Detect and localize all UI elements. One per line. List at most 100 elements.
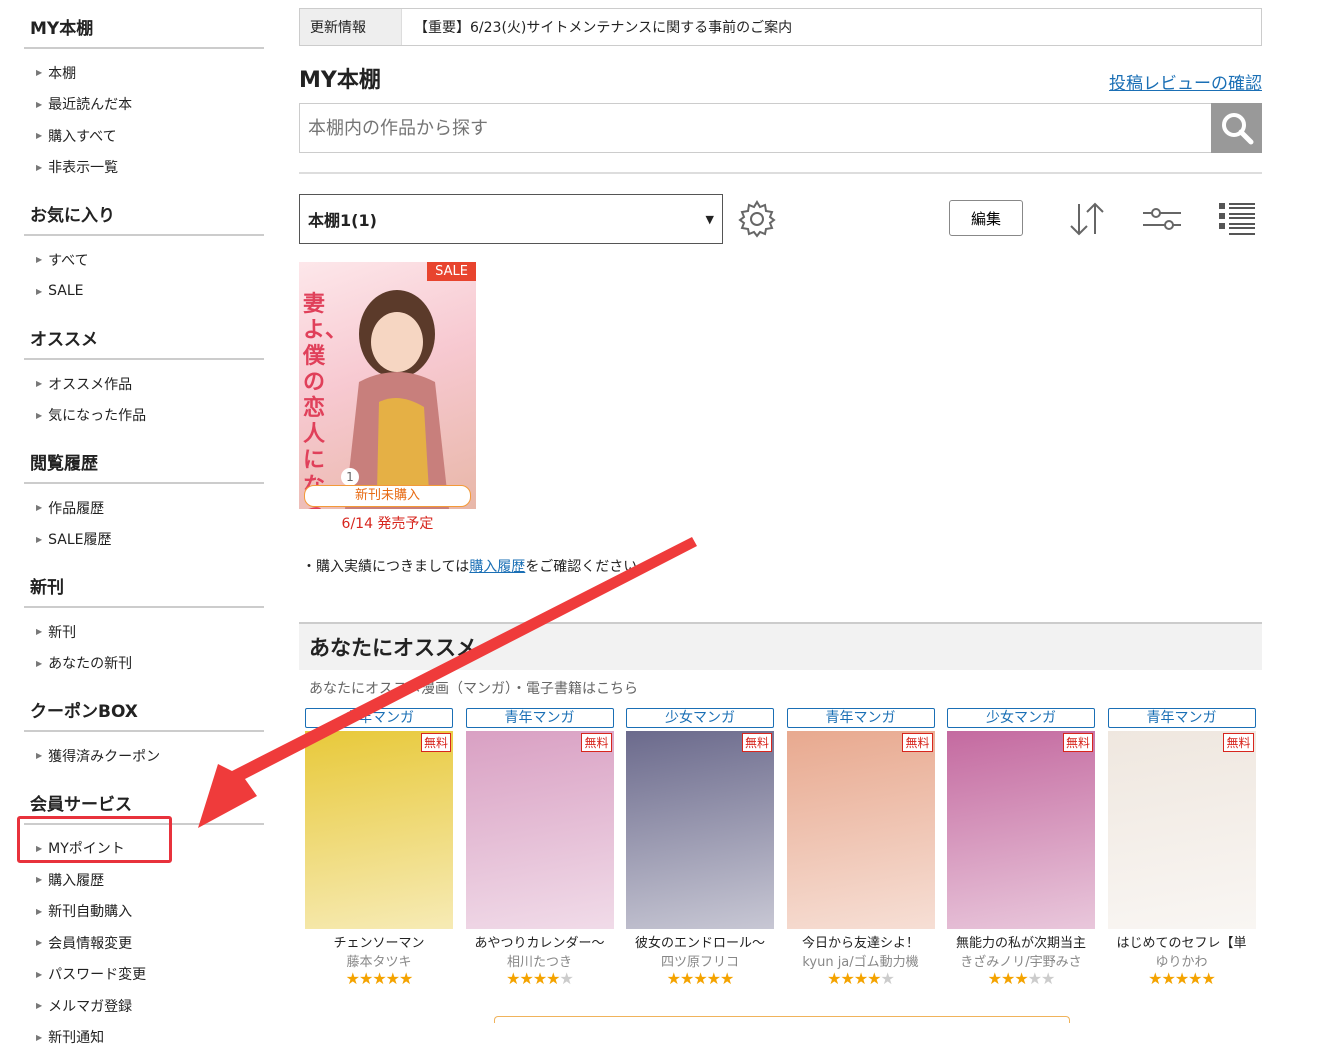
genre-tag[interactable]: 少女マンガ — [947, 708, 1095, 728]
note-prefix: ・購入実績につきましては — [302, 559, 470, 575]
bullet-icon: ▶ — [36, 286, 43, 296]
card-cover[interactable]: 無料 — [786, 731, 935, 929]
shelf-select[interactable]: 本棚1(1) ▼ — [299, 194, 723, 244]
card-author[interactable]: 四ツ原フリコ — [626, 951, 774, 970]
card-title[interactable]: あやつりカレンダー～ — [466, 932, 614, 951]
recommend-card[interactable]: 少年マンガ無料チェンソーマン 藤本タツキ ★ ★ ★ ★ ★ — [305, 708, 453, 988]
sidebar-item[interactable]: ▶ 本棚 — [24, 57, 264, 89]
sidebar-item[interactable]: ▶ オススメ作品 — [24, 368, 264, 400]
sidebar-item[interactable]: ▶ 会員情報変更 — [24, 927, 264, 959]
sidebar-section: オススメ ▶ オススメ作品 ▶ 気になった作品 — [24, 313, 264, 431]
release-date: 6/14 発売予定 — [341, 516, 434, 532]
card-author[interactable]: 藤本タツキ — [305, 951, 453, 970]
sidebar-item-label: 非表示一覧 — [48, 160, 119, 177]
star-icon: ★ — [666, 969, 681, 988]
bullet-icon: ▶ — [36, 1001, 43, 1011]
sidebar-item[interactable]: ▶ 新刊通知 — [24, 1022, 264, 1054]
card-title[interactable]: 今日から友達シよ！ — [787, 932, 935, 951]
bullet-icon: ▶ — [36, 875, 43, 885]
free-badge: 無料 — [1223, 733, 1254, 752]
purchase-note: ・購入実績につきましては購入履歴をご確認ください — [302, 556, 637, 576]
sidebar-item-label: 獲得済みクーポン — [48, 748, 161, 765]
gear-icon[interactable] — [737, 199, 777, 239]
list-view-icon[interactable] — [1217, 200, 1257, 240]
edit-button[interactable]: 編集 — [949, 200, 1023, 236]
bullet-icon: ▶ — [36, 938, 43, 948]
genre-tag[interactable]: 青年マンガ — [1107, 708, 1256, 728]
card-title[interactable]: はじめてのセフレ【単 — [1108, 932, 1256, 951]
dropdown-arrow-icon: ▼ — [705, 212, 714, 226]
book-cover[interactable]: 妻よ、僕の恋人になってくれませんか SALE 1 新刊未購入 — [299, 262, 476, 509]
bullet-icon: ▶ — [36, 503, 43, 513]
rating-stars: ★ ★ ★ ★ ★ — [1108, 970, 1256, 988]
recommend-card[interactable]: 少女マンガ 無料 無能力の私が次期当主 きざみノリ/宇野みさ ★ ★ ★ ★ ★ — [947, 708, 1095, 988]
search-button[interactable] — [1211, 103, 1262, 153]
sidebar-item-label: パスワード変更 — [48, 967, 147, 984]
sidebar-item[interactable]: ▶ SALE — [24, 276, 264, 308]
purchase-history-link[interactable]: 購入履歴 — [469, 559, 525, 575]
sidebar-item[interactable]: ▶ メルマガ登録 — [24, 990, 264, 1022]
card-author[interactable]: kyun ja/ゴム動力機 — [787, 951, 935, 970]
sidebar-item[interactable]: ▶ SALE履歴 — [24, 524, 264, 556]
bullet-icon: ▶ — [36, 379, 43, 389]
card-author[interactable]: きざみノリ/宇野みさ — [947, 951, 1095, 970]
sidebar-item-label: 新刊 — [48, 624, 77, 641]
card-cover[interactable]: 無料 — [465, 731, 614, 929]
genre-tag[interactable]: 少年マンガ — [305, 708, 453, 728]
notice-text[interactable]: 【重要】6/23(火)サイトメンテナンスに関する事前のご案内 — [402, 17, 792, 37]
card-title[interactable]: チェンソーマン — [305, 932, 453, 951]
sidebar-item[interactable]: ▶ 非表示一覧 — [24, 152, 264, 184]
sidebar-item[interactable]: ▶ 最近読んだ本 — [24, 89, 264, 121]
card-cover[interactable]: 無料 — [626, 731, 774, 929]
card-cover[interactable]: 無料 — [947, 731, 1095, 929]
star-icon: ★ — [720, 969, 734, 988]
star-icon: ★ — [867, 969, 881, 988]
sort-icon[interactable] — [1065, 200, 1109, 238]
card-cover[interactable]: 無料 — [305, 731, 453, 929]
recommend-card[interactable]: 少女マンガ 無料 彼女のエンドロール～ 四ツ原フリコ ★ ★ ★ ★ ★ — [626, 708, 774, 988]
genre-tag[interactable]: 青年マンガ — [465, 708, 614, 728]
sidebar-item[interactable]: ▶ 作品履歴 — [24, 492, 264, 524]
sidebar-item[interactable]: ▶ すべて — [24, 244, 264, 276]
page-title: MY本棚 — [299, 68, 381, 93]
card-author[interactable]: 相川たつき — [466, 951, 614, 970]
notice-bar[interactable]: 更新情報 【重要】6/23(火)サイトメンテナンスに関する事前のご案内 — [299, 8, 1262, 46]
bullet-icon: ▶ — [36, 255, 43, 265]
recommend-card[interactable]: 青年マンガ 無料 今日から友達シよ！ kyun ja/ゴム動力機 ★ ★ ★ ★ ★ — [786, 708, 935, 988]
star-icon: ★ — [385, 969, 400, 988]
sidebar-item-label: 最近読んだ本 — [48, 97, 133, 114]
review-link[interactable]: 投稿レビューの確認 — [1109, 69, 1262, 94]
sidebar-section-title: MY本棚 — [24, 0, 264, 49]
bottom-button-edge[interactable] — [494, 1016, 1070, 1023]
recommend-card[interactable]: 青年マンガ無料はじめてのセフレ【単 ゆりかわ ★ ★ ★ ★ ★ — [1107, 708, 1256, 988]
sidebar-section-title: お気に入り — [24, 189, 264, 236]
recommend-card[interactable]: 青年マンガ 無料 あやつりカレンダー～ 相川たつき ★ ★ ★ ★ ★ — [465, 708, 614, 988]
sidebar-item-label: あなたの新刊 — [48, 656, 133, 673]
sidebar-item-label: 本棚 — [48, 65, 77, 82]
star-icon: ★ — [706, 969, 721, 988]
star-icon: ★ — [506, 969, 520, 988]
search-input[interactable] — [299, 103, 1211, 153]
sidebar-item[interactable]: ▶ 購入履歴 — [24, 864, 264, 896]
card-title[interactable]: 彼女のエンドロール～ — [626, 932, 774, 951]
sidebar-item[interactable]: ▶ パスワード変更 — [24, 959, 264, 991]
sidebar: MY本棚 ▶ 本棚 ▶ 最近読んだ本 ▶ 購入すべて ▶ 非表示一覧 お気に入り ▶ すべて ▶ SALE… — [24, 0, 264, 1059]
shelf-select-value: 本棚1(1) — [308, 211, 377, 230]
genre-tag[interactable]: 少女マンガ — [626, 708, 774, 728]
rating-stars: ★ ★ ★ ★ ★ — [305, 970, 453, 988]
sidebar-item[interactable]: ▶ あなたの新刊 — [24, 648, 264, 680]
card-author[interactable]: ゆりかわ — [1108, 951, 1256, 970]
genre-tag[interactable]: 青年マンガ — [786, 708, 935, 728]
shelf-book[interactable]: 妻よ、僕の恋人になってくれませんか SALE 1 新刊未購入 6/14 発売予定 — [299, 262, 476, 533]
sidebar-item[interactable]: ▶ 気になった作品 — [24, 400, 264, 432]
sidebar-item[interactable]: ▶ 新刊自動購入 — [24, 896, 264, 928]
card-title[interactable]: 無能力の私が次期当主 — [947, 932, 1095, 951]
sidebar-item[interactable]: ▶ 購入すべて — [24, 120, 264, 152]
sidebar-item[interactable]: ▶ 新刊 — [24, 616, 264, 648]
filter-icon[interactable] — [1141, 200, 1185, 238]
recommend-subtitle[interactable]: あなたにオススメ漫画（マンガ）・電子書籍はこちら — [299, 670, 1262, 698]
unpurchased-badge: 新刊未購入 — [304, 485, 471, 507]
sidebar-item-label: 購入履歴 — [48, 872, 105, 889]
card-cover[interactable]: 無料 — [1107, 731, 1256, 929]
sidebar-item[interactable]: ▶ 獲得済みクーポン — [24, 740, 264, 772]
